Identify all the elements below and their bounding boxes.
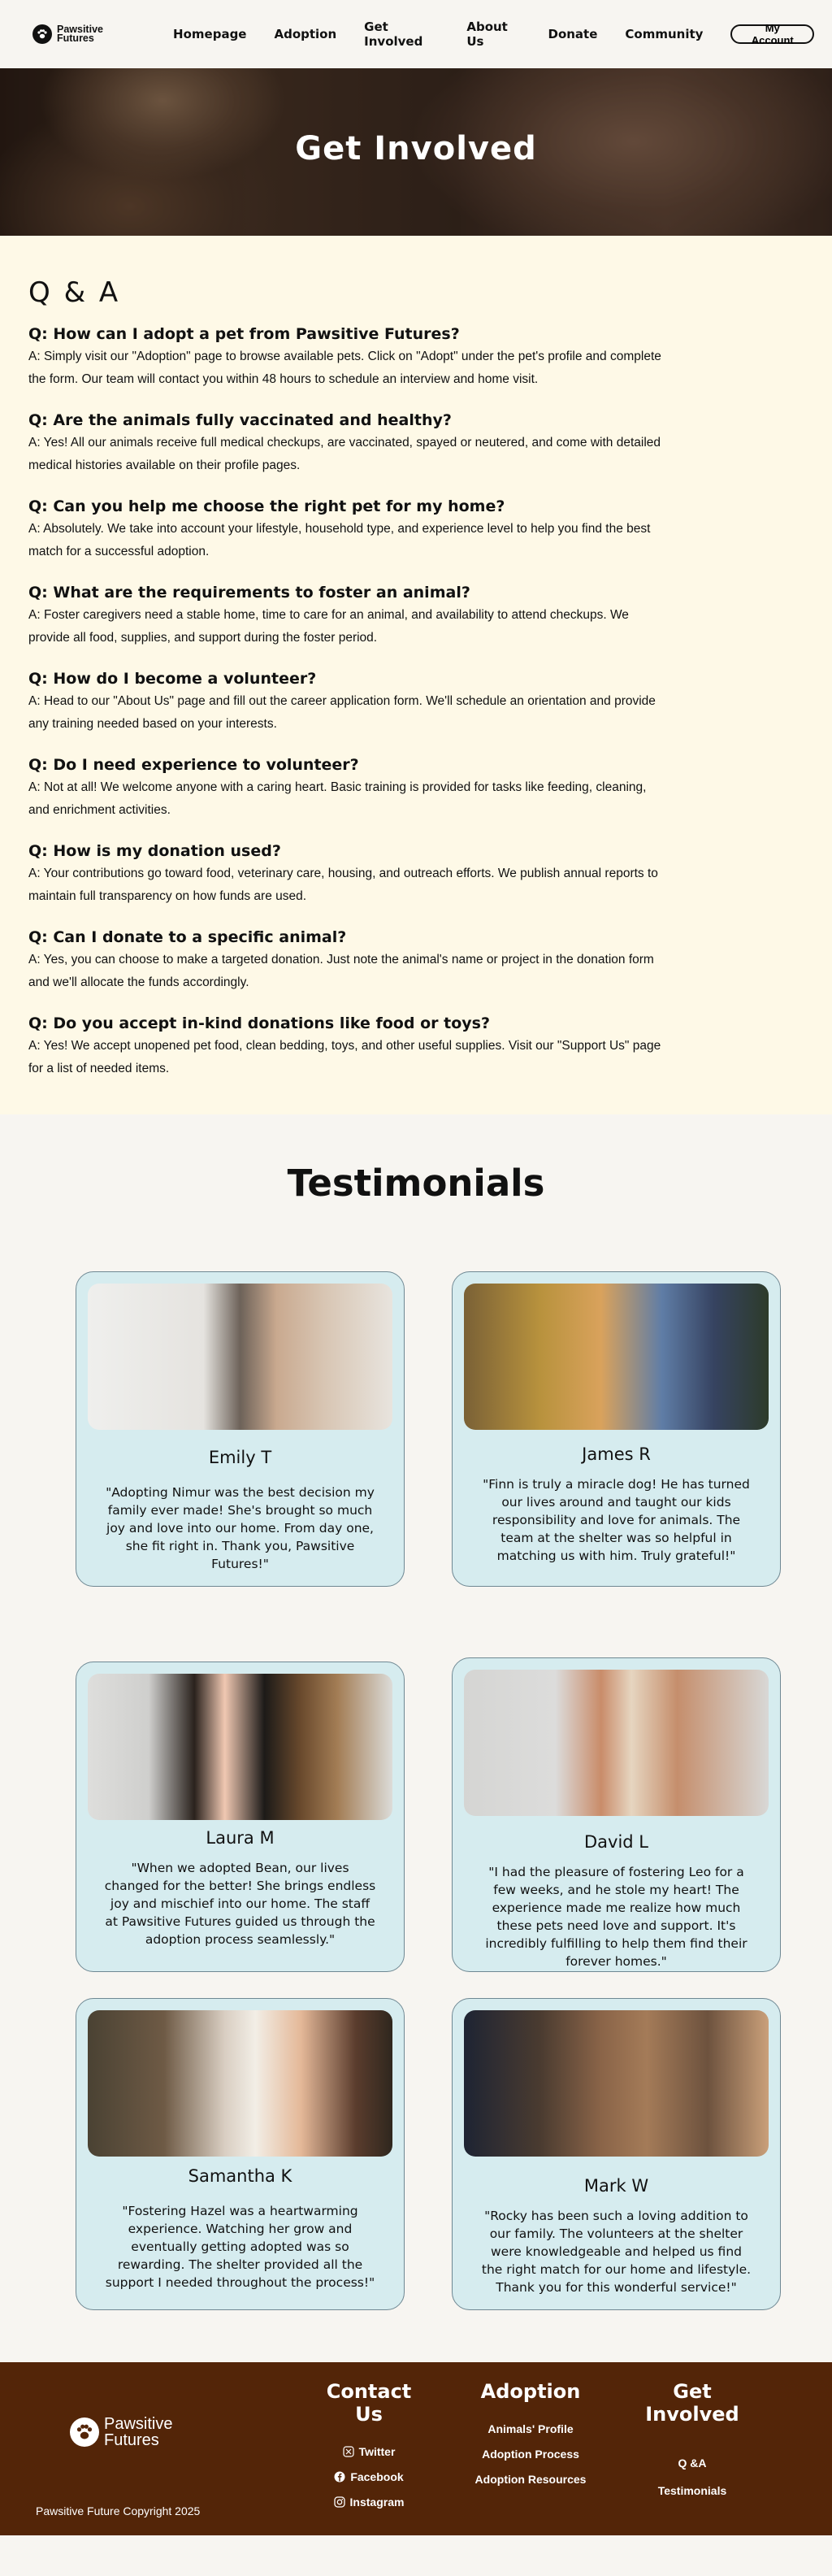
- answer: A: Yes! All our animals receive full med…: [28, 436, 661, 472]
- nav-link-adoption[interactable]: Adoption: [274, 27, 336, 41]
- answer: A: Yes, you can choose to make a targete…: [28, 953, 654, 989]
- footer-col-get-involved: Get Involved Q &A Testimonials: [626, 2380, 759, 2509]
- qa-section: Q & A Q: How can I adopt a pet from Paws…: [0, 236, 832, 1114]
- testimonial-photo: [88, 1284, 392, 1430]
- top-nav: Pawsitive Futures Homepage Adoption Get …: [0, 0, 832, 68]
- testimonial-quote: "Finn is truly a miracle dog! He has tur…: [483, 1477, 750, 1563]
- testimonial-quote: "When we adopted Bean, our lives changed…: [104, 1861, 376, 1947]
- hero-title: Get Involved: [295, 130, 537, 167]
- qa-item: Q: Are the animals fully vaccinated and …: [28, 411, 670, 477]
- answer: A: Foster caregivers need a stable home,…: [28, 608, 629, 645]
- question: Q: Do I need experience to volunteer?: [28, 756, 359, 774]
- testimonial-name: Samantha K: [188, 2166, 292, 2186]
- paw-logo-icon: [70, 2417, 99, 2447]
- question: Q: Do you accept in-kind donations like …: [28, 1014, 490, 1032]
- facebook-icon: [334, 2471, 345, 2483]
- footer-col-adoption: Adoption Animals' Profile Adoption Proce…: [463, 2380, 598, 2498]
- qa-item: Q: How do I become a volunteer? A: Head …: [28, 670, 670, 736]
- testimonial-card: Samantha K "Fostering Hazel was a heartw…: [76, 1998, 405, 2310]
- testimonial-photo: [464, 1284, 769, 1430]
- testimonial-name: Mark W: [583, 2176, 649, 2196]
- question: Q: How do I become a volunteer?: [28, 670, 317, 688]
- footer-col-contact: Contact Us Twitter Facebook Instagram: [315, 2380, 422, 2521]
- testimonial-card: Laura M "When we adopted Bean, our lives…: [76, 1662, 405, 1972]
- testimonial-quote: "Adopting Nimur was the best decision my…: [106, 1485, 375, 1571]
- nav-links: Homepage Adoption Get Involved About Us …: [173, 20, 730, 49]
- logo[interactable]: Pawsitive Futures: [32, 24, 141, 44]
- footer-link-twitter[interactable]: Twitter: [315, 2445, 422, 2458]
- answer: A: Not at all! We welcome anyone with a …: [28, 780, 647, 817]
- logo-line-2: Futures: [57, 33, 94, 44]
- twitter-icon: [342, 2446, 354, 2457]
- nav-link-about-us[interactable]: About Us: [466, 20, 520, 49]
- paw-logo-icon: [32, 24, 52, 44]
- testimonial-card: Emily T "Adopting Nimur was the best dec…: [76, 1271, 405, 1587]
- testimonial-name: James R: [582, 1444, 651, 1464]
- question: Q: How is my donation used?: [28, 842, 281, 860]
- footer-logo[interactable]: Pawsitive Futures: [70, 2416, 172, 2448]
- footer-logo-text: Pawsitive Futures: [104, 2416, 172, 2448]
- qa-item: Q: How is my donation used? A: Your cont…: [28, 842, 670, 908]
- footer-heading-contact: Contact Us: [326, 2380, 412, 2426]
- footer-logo-line-1: Pawsitive: [104, 2415, 173, 2433]
- question: Q: Can I donate to a specific animal?: [28, 928, 347, 946]
- instagram-icon: [333, 2496, 345, 2508]
- nav-link-community[interactable]: Community: [625, 27, 703, 41]
- testimonial-quote: "I had the pleasure of fostering Leo for…: [485, 1865, 748, 1969]
- footer-link-animals-profile[interactable]: Animals' Profile: [463, 2422, 598, 2435]
- qa-heading: Q & A: [28, 276, 121, 309]
- testimonials-heading: Testimonials: [287, 1162, 545, 1205]
- footer-heading-get-involved: Get Involved: [645, 2380, 739, 2426]
- footer-link-label: Twitter: [358, 2445, 396, 2458]
- testimonial-photo: [88, 2010, 392, 2157]
- question: Q: How can I adopt a pet from Pawsitive …: [28, 325, 460, 343]
- testimonials-section: Testimonials Emily T "Adopting Nimur was…: [0, 1114, 832, 2362]
- testimonial-name: Emily T: [208, 1448, 272, 1467]
- footer-link-label: Instagram: [349, 2496, 405, 2509]
- qa-item: Q: Can you help me choose the right pet …: [28, 497, 670, 563]
- hero-banner: Get Involved: [0, 68, 832, 236]
- footer-link-facebook[interactable]: Facebook: [315, 2470, 422, 2483]
- testimonial-card: James R "Finn is truly a miracle dog! He…: [452, 1271, 781, 1587]
- answer: A: Head to our "About Us" page and fill …: [28, 694, 656, 731]
- question: Q: Are the animals fully vaccinated and …: [28, 411, 452, 429]
- footer-link-adoption-process[interactable]: Adoption Process: [463, 2448, 598, 2461]
- site-footer: Pawsitive Futures Pawsitive Future Copyr…: [0, 2362, 832, 2535]
- footer-link-qa[interactable]: Q &A: [626, 2457, 759, 2470]
- testimonial-photo: [464, 2010, 769, 2157]
- nav-link-get-involved[interactable]: Get Involved: [364, 20, 439, 49]
- qa-item: Q: Do you accept in-kind donations like …: [28, 1014, 670, 1080]
- logo-text: Pawsitive Futures: [57, 24, 103, 44]
- answer: A: Your contributions go toward food, ve…: [28, 867, 658, 903]
- nav-link-homepage[interactable]: Homepage: [173, 27, 246, 41]
- qa-item: Q: How can I adopt a pet from Pawsitive …: [28, 325, 670, 391]
- testimonial-quote: "Fostering Hazel was a heartwarming expe…: [105, 2204, 375, 2290]
- testimonial-card: David L "I had the pleasure of fostering…: [452, 1657, 781, 1972]
- qa-item: Q: Do I need experience to volunteer? A:…: [28, 756, 670, 822]
- footer-link-adoption-resources[interactable]: Adoption Resources: [463, 2473, 598, 2486]
- testimonial-card: Mark W "Rocky has been such a loving add…: [452, 1998, 781, 2310]
- testimonial-photo: [88, 1674, 392, 1820]
- testimonial-photo: [464, 1670, 769, 1816]
- answer: A: Absolutely. We take into account your…: [28, 522, 651, 558]
- nav-link-donate[interactable]: Donate: [548, 27, 598, 41]
- footer-link-testimonials[interactable]: Testimonials: [626, 2484, 759, 2497]
- testimonial-name: Laura M: [206, 1828, 275, 1848]
- answer: A: Yes! We accept unopened pet food, cle…: [28, 1039, 661, 1075]
- footer-link-label: Facebook: [350, 2470, 404, 2483]
- testimonial-quote: "Rocky has been such a loving addition t…: [481, 2209, 752, 2295]
- qa-item: Q: What are the requirements to foster a…: [28, 584, 670, 649]
- qa-item: Q: Can I donate to a specific animal? A:…: [28, 928, 670, 994]
- answer: A: Simply visit our "Adoption" page to b…: [28, 350, 661, 386]
- footer-link-instagram[interactable]: Instagram: [315, 2496, 422, 2509]
- testimonial-name: David L: [583, 1832, 648, 1852]
- my-account-button[interactable]: My Account: [730, 22, 815, 46]
- copyright: Pawsitive Future Copyright 2025: [36, 2504, 201, 2517]
- question: Q: What are the requirements to foster a…: [28, 584, 470, 602]
- footer-logo-line-2: Futures: [104, 2431, 159, 2449]
- footer-heading-adoption: Adoption: [480, 2380, 581, 2403]
- question: Q: Can you help me choose the right pet …: [28, 497, 505, 515]
